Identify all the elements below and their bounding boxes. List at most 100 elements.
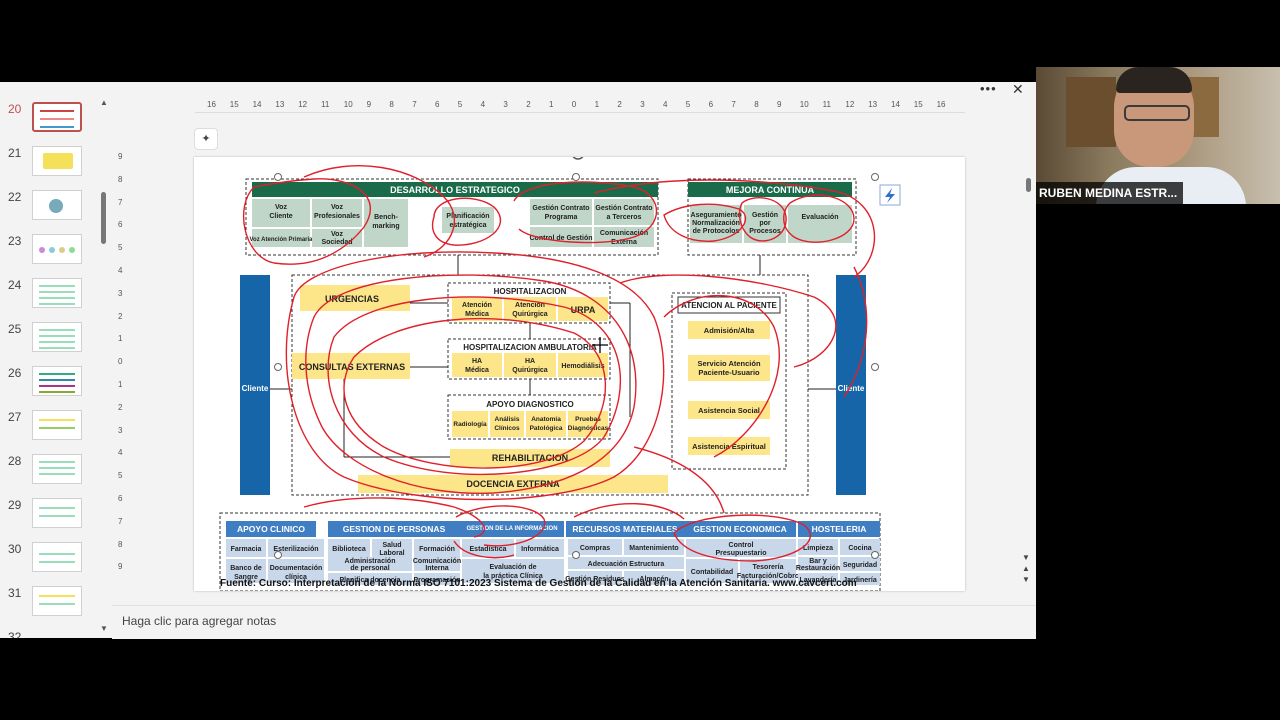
rehabilitacion: REHABILITACION [492,453,568,463]
control-pres-l1: Control [729,542,754,549]
voz-prof-l2: Profesionales [314,213,360,220]
thumbnail-image [32,366,82,396]
slide-canvas[interactable]: DESARROLLO ESTRATEGICO MEJORA CONTINUA V… [194,157,965,591]
slide-thumbnail-24[interactable]: 24 [0,278,100,314]
rotate-icon[interactable] [572,157,584,160]
anatomia-l2: Patológica [530,425,563,432]
slide-thumbnail-21[interactable]: 21 [0,146,100,182]
pruebas-l2: Diagnósticas [568,425,609,432]
ruler-tick-label: 14 [252,100,262,109]
slide-thumbnail-30[interactable]: 30 [0,542,100,578]
voz-cliente-l1: Voz [275,204,287,211]
slide-number: 26 [8,366,22,380]
thumbnail-scrollbar[interactable] [101,192,106,244]
ruler-tick-label: 7 [412,100,417,109]
slide-thumbnail-20[interactable]: 20 [0,102,100,138]
ruler-tick-label: 8 [754,100,759,109]
slide-thumbnail-28[interactable]: 28 [0,454,100,490]
ruler-tick-label: 13 [868,100,878,109]
thumbnail-image [32,102,82,132]
ha-med-l2: Médica [465,367,489,374]
process-map-diagram: DESARROLLO ESTRATEGICO MEJORA CONTINUA V… [219,157,901,591]
slide-thumbnail-29[interactable]: 29 [0,498,100,534]
ruler-tick-label: 8 [118,539,123,549]
horizontal-ruler: 16 15 14 13 12 11 10 9 8 7 6 5 4 3 2 1 0 1 2 3 4 5 6 7 8 9 10 11 12 1… [195,100,965,113]
estadistica: Estadística [470,546,507,553]
sparkle-icon[interactable]: ✦ [194,128,218,150]
doc-l1: Documentación [270,565,323,572]
ruler-tick-label: 11 [822,100,831,109]
ruler-tick-label: 3 [118,425,123,435]
ruler-tick-label: 1 [118,380,123,389]
analisis-l2: Clínicos [494,425,520,432]
slide-thumbnail-22[interactable]: 22 [0,190,100,226]
slide-number: 25 [8,322,22,336]
voz-sociedad-l2: Sociedad [321,239,352,246]
limpieza: Limpieza [803,545,833,552]
ruler-tick-label: 6 [708,100,714,109]
ruler-tick-label: 15 [913,100,923,109]
ruler-tick-label: 6 [118,494,123,503]
ruler-tick-label: 3 [118,288,123,298]
participant-glasses [1124,105,1190,121]
admin-l1: Administración [345,558,396,565]
banco-l1: Banco de [230,565,262,572]
bench-l1: Bench- [374,214,398,221]
lightning-icon[interactable] [879,184,901,206]
apoyo-diagnostico: APOYO DIAGNOSTICO [486,400,574,409]
ruler-tick-label: 5 [457,100,463,109]
voz-sociedad-l1: Voz [331,231,343,238]
thumbnail-image [32,586,82,616]
notes-placeholder[interactable]: Haga clic para agregar notas [122,614,276,628]
thumbnail-image [32,542,82,572]
slide-thumbnail-26[interactable]: 26 [0,366,100,402]
ruler-tick-label: 2 [118,402,123,412]
slide-thumbnail-23[interactable]: 23 [0,234,100,270]
ruler-tick-label: 6 [118,220,123,230]
editor-scrollbar[interactable] [1026,178,1031,192]
slide-number: 23 [8,234,22,248]
thumbnail-scroll-up-icon[interactable]: ▲ [100,98,108,107]
ruler-tick-label: 2 [526,100,531,109]
seguridad: Seguridad [843,562,877,569]
slide-thumbnail-31[interactable]: 31 [0,586,100,622]
slide-thumbnail-25[interactable]: 25 [0,322,100,358]
slide-number: 29 [8,498,22,512]
slide-thumbnail-27[interactable]: 27 [0,410,100,446]
gpp-l1: Gestión [752,212,778,219]
ha-med-l1: HA [472,358,482,365]
close-icon[interactable]: ✕ [1012,81,1024,98]
adecuacion: Adecuación Estructura [588,561,665,568]
ruler-tick-label: 3 [503,100,508,109]
compras: Compras [580,545,610,552]
thumbnail-image [32,190,82,220]
ha-quir-l1: HA [525,358,535,365]
informatica: Informática [521,546,559,553]
contabilidad: Contabilidad [691,569,733,576]
ruler-tick-label: 10 [799,100,809,109]
bar-l2: Restauración [796,565,840,572]
ruler-tick-label: 16 [936,100,946,109]
slide-thumbnail-32[interactable]: 32 [0,630,100,638]
biblioteca: Biblioteca [332,546,366,553]
voz-cliente-l2: Cliente [269,213,292,220]
ruler-tick-label: 2 [118,311,123,321]
more-options-icon[interactable]: ••• [980,82,997,96]
at-medica-l1: Atención [462,302,492,309]
bar-l1: Bar y [809,558,827,565]
ruler-tick-label: 9 [777,100,782,109]
ruler-tick-label: 2 [617,100,622,109]
notes-pane[interactable]: Haga clic para agregar notas [112,605,1036,639]
slide-scroll-controls[interactable]: ▼ ▲ ▼ [1022,552,1030,585]
ruler-tick-label: 16 [207,100,216,109]
desarrollo-title: DESARROLLO ESTRATEGICO [390,185,520,195]
admin-l2: de personal [350,565,389,572]
thumbnail-scroll-down-icon[interactable]: ▼ [100,624,108,633]
bh-hosteleria: HOSTELERIA [812,524,867,534]
ruler-tick-label: 1 [118,334,123,344]
planif-l1: Planificación [446,213,489,220]
ruler-tick-label: 1 [594,100,600,109]
participant-video: RUBEN MEDINA ESTR... [1036,67,1280,204]
ruler-tick-label: 3 [640,100,645,109]
ruler-tick-label: 4 [118,448,123,458]
